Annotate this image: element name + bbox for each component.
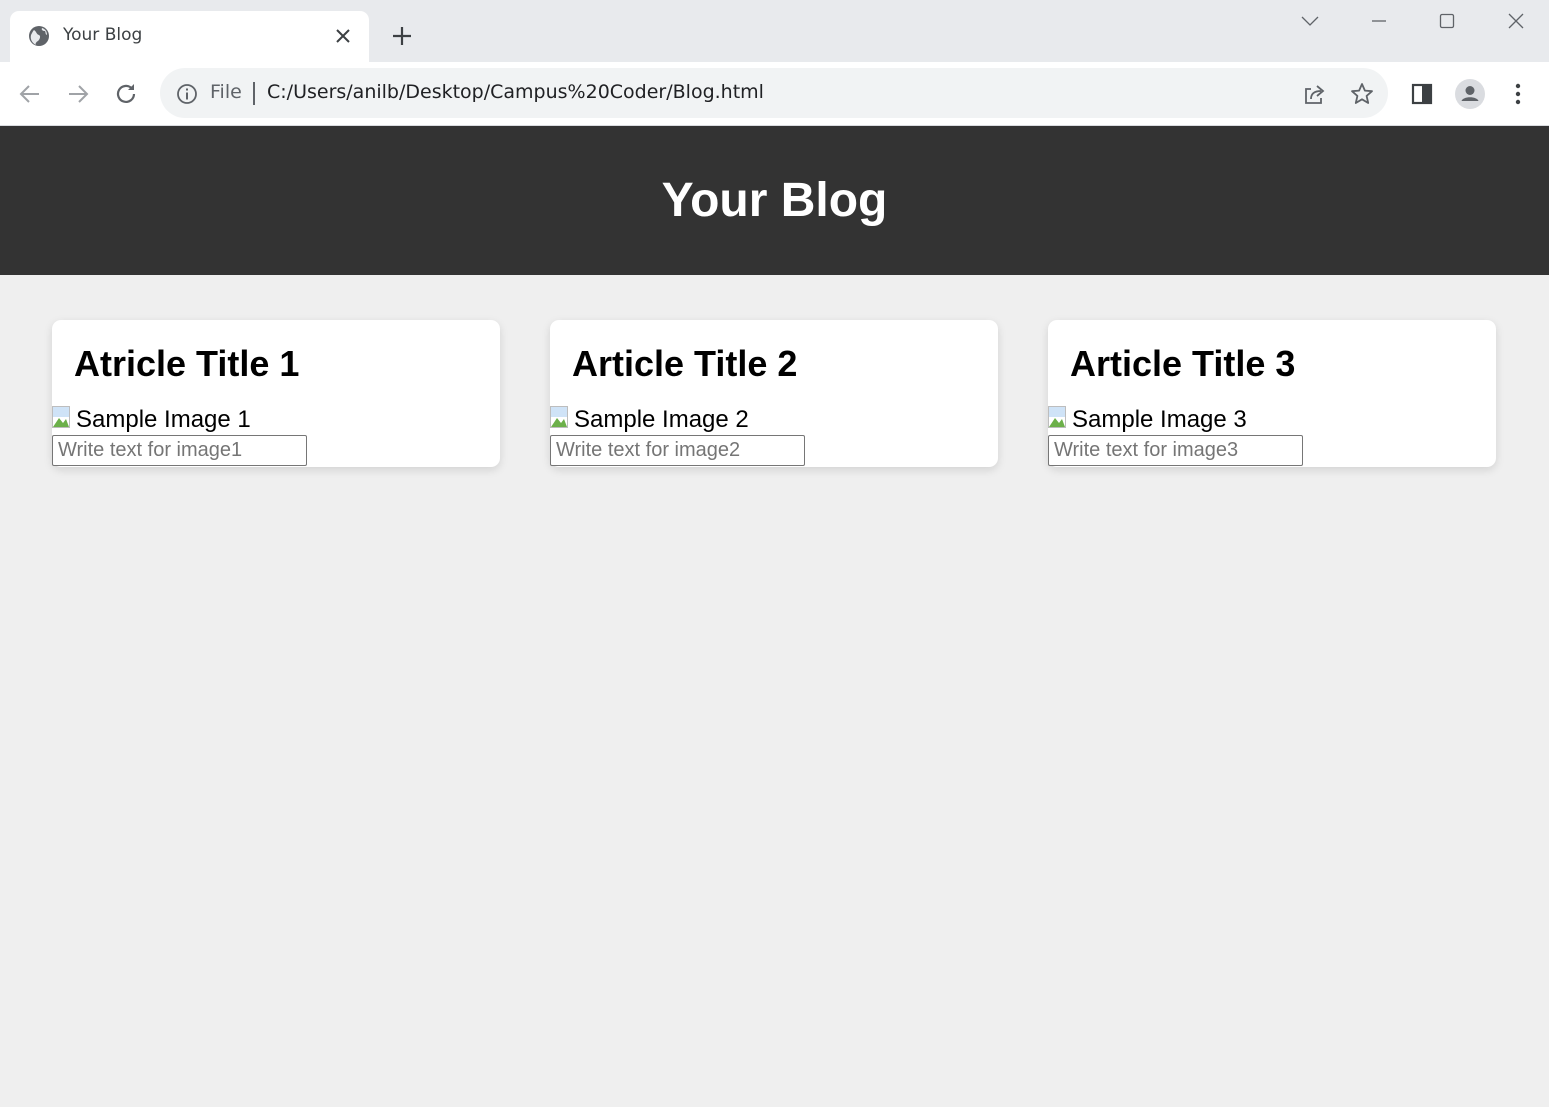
image-text-input[interactable] — [52, 435, 307, 466]
broken-image-icon — [1048, 406, 1072, 430]
globe-icon — [29, 26, 49, 46]
minimize-icon[interactable] — [1366, 8, 1392, 34]
share-icon[interactable] — [1301, 81, 1327, 107]
url-scheme-label: File — [210, 81, 242, 103]
blog-title: Your Blog — [661, 174, 888, 227]
article-card-3: Article Title 3 Sample Image 3 — [1048, 320, 1496, 467]
article-card-1: Atricle Title 1 Sample Image 1 — [52, 320, 500, 467]
bookmark-star-icon[interactable] — [1349, 81, 1375, 107]
tab-search-chevron-icon[interactable] — [1297, 8, 1323, 34]
info-icon[interactable] — [176, 83, 198, 105]
forward-arrow-icon[interactable] — [64, 80, 92, 108]
new-tab-icon[interactable] — [390, 24, 414, 48]
article-image: Sample Image 3 — [1048, 406, 1247, 433]
more-menu-icon[interactable] — [1503, 79, 1533, 109]
broken-image-icon — [52, 406, 76, 430]
browser-tab-strip: Your Blog — [0, 0, 1549, 62]
image-alt-text: Sample Image 3 — [1072, 406, 1247, 433]
url-divider — [253, 82, 255, 105]
image-text-input[interactable] — [1048, 435, 1303, 466]
broken-image-icon — [550, 406, 574, 430]
url-text[interactable]: C:/Users/anilb/Desktop/Campus%20Coder/Bl… — [267, 81, 764, 103]
close-window-icon[interactable] — [1503, 8, 1529, 34]
browser-tab[interactable]: Your Blog — [10, 11, 369, 62]
reload-icon[interactable] — [112, 80, 140, 108]
profile-avatar-icon[interactable] — [1455, 79, 1485, 109]
blog-header: Your Blog — [0, 126, 1549, 275]
article-image: Sample Image 2 — [550, 406, 749, 433]
back-arrow-icon[interactable] — [16, 80, 44, 108]
image-alt-text: Sample Image 2 — [574, 406, 749, 433]
article-image: Sample Image 1 — [52, 406, 251, 433]
article-title: Article Title 3 — [1070, 343, 1296, 384]
image-alt-text: Sample Image 1 — [76, 406, 251, 433]
article-title: Article Title 2 — [572, 343, 798, 384]
side-panel-icon[interactable] — [1407, 79, 1437, 109]
article-card-2: Article Title 2 Sample Image 2 — [550, 320, 998, 467]
tab-title: Your Blog — [63, 25, 143, 45]
maximize-icon[interactable] — [1434, 8, 1460, 34]
close-tab-icon[interactable] — [334, 27, 352, 45]
article-title: Atricle Title 1 — [74, 343, 300, 384]
image-text-input[interactable] — [550, 435, 805, 466]
address-bar[interactable]: File C:/Users/anilb/Desktop/Campus%20Cod… — [160, 68, 1388, 118]
browser-toolbar: File C:/Users/anilb/Desktop/Campus%20Cod… — [0, 62, 1549, 126]
